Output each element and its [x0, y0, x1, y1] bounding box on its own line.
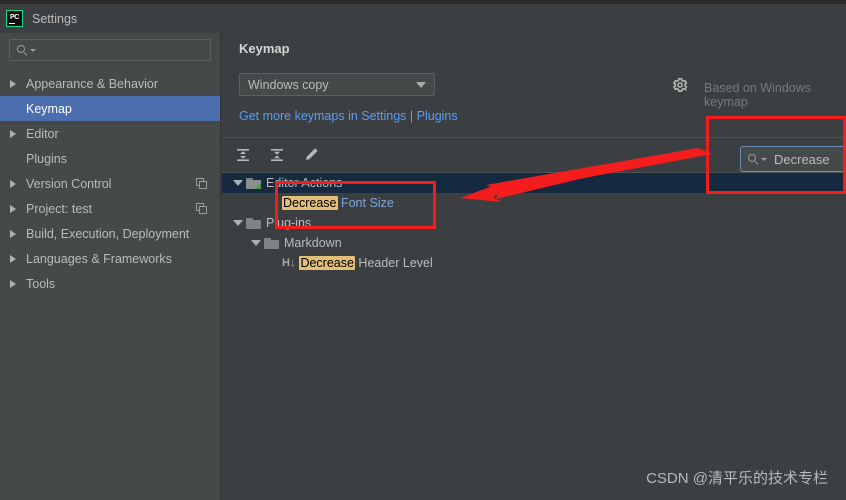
- folder-icon: [246, 217, 261, 229]
- sidebar-item-version-control[interactable]: Version Control: [0, 171, 220, 196]
- chevron-right-icon[interactable]: [10, 79, 24, 88]
- keymap-tree-row-label: Markdown: [284, 236, 342, 250]
- chevron-right-icon[interactable]: [10, 279, 24, 288]
- chevron-right-icon[interactable]: [10, 179, 24, 188]
- chevron-right-icon[interactable]: [10, 204, 24, 213]
- folder-icon: [264, 237, 279, 249]
- window-titlebar: PC Settings: [0, 4, 846, 33]
- settings-window: PC Settings Appearance & Behavior Keymap E…: [0, 0, 846, 500]
- settings-sidebar: Appearance & Behavior Keymap Editor Plugins…: [0, 33, 221, 500]
- keymap-tree-row-text: Header Level: [354, 256, 433, 270]
- edit-shortcut-icon[interactable]: [299, 143, 323, 167]
- get-more-keymaps-link[interactable]: Get more keymaps in Settings | Plugins: [239, 109, 458, 123]
- chevron-down-icon: [761, 157, 767, 161]
- sidebar-item-languages-frameworks[interactable]: Languages & Frameworks: [0, 246, 220, 271]
- keymap-tree-row-text: Plug-ins: [266, 216, 312, 230]
- keymap-tree-row[interactable]: Plug-ins: [222, 213, 846, 233]
- keymap-search-input[interactable]: Decrease: [740, 146, 846, 172]
- sidebar-item-label: Project: test: [26, 201, 92, 216]
- chevron-down-icon: [416, 81, 426, 88]
- keymap-panel: Keymap Windows copy Based on Windows key…: [222, 33, 846, 500]
- sidebar-item-tools[interactable]: Tools: [0, 271, 220, 296]
- pycharm-icon: PC: [6, 10, 23, 27]
- chevron-down-icon[interactable]: [230, 220, 246, 226]
- sidebar-item-label: Build, Execution, Deployment: [26, 226, 190, 241]
- gear-icon[interactable]: [672, 77, 688, 93]
- keymap-tree-row[interactable]: Decrease Font Size: [222, 193, 846, 213]
- sidebar-item-label: Keymap: [26, 101, 72, 116]
- sidebar-item-label: Tools: [26, 276, 56, 291]
- keymap-tree-row-label: Decrease Header Level: [299, 256, 433, 270]
- sidebar-item-label: Plugins: [26, 151, 67, 166]
- sidebar-item-plugins[interactable]: Plugins: [0, 146, 220, 171]
- expand-all-icon[interactable]: [231, 143, 255, 167]
- search-match-highlight: Decrease: [282, 196, 338, 210]
- keymap-select-value: Windows copy: [248, 77, 329, 92]
- chevron-down-icon[interactable]: [248, 240, 264, 246]
- window-title: Settings: [32, 11, 78, 26]
- duplicate-icon: [196, 202, 208, 215]
- keymap-tree-row[interactable]: Editor Actions: [222, 173, 846, 193]
- sidebar-item-build-execution-deployment[interactable]: Build, Execution, Deployment: [0, 221, 220, 246]
- sidebar-search-input[interactable]: [9, 39, 211, 61]
- keymap-search-value: Decrease: [774, 151, 830, 167]
- duplicate-icon: [196, 177, 208, 190]
- chevron-right-icon[interactable]: [10, 129, 24, 138]
- sidebar-item-label: Version Control: [26, 176, 112, 191]
- collapse-all-icon[interactable]: [265, 143, 289, 167]
- csdn-watermark: CSDN @清平乐的技术专栏: [646, 470, 828, 487]
- keymap-tree-row-text: Markdown: [284, 236, 342, 250]
- sidebar-item-project-test[interactable]: Project: test: [0, 196, 220, 221]
- keymap-tree-row[interactable]: Markdown: [222, 233, 846, 253]
- sidebar-item-editor[interactable]: Editor: [0, 121, 220, 146]
- keymap-tree-row-text: Editor Actions: [266, 176, 343, 190]
- sidebar-item-list: Appearance & Behavior Keymap Editor Plugins…: [0, 71, 220, 296]
- search-match-highlight: Decrease: [299, 256, 355, 270]
- sidebar-item-label: Languages & Frameworks: [26, 251, 172, 266]
- sidebar-item-label: Editor: [26, 126, 59, 141]
- keymap-action-tree: Editor Actions Decrease Font Size Plug-ins…: [222, 173, 846, 273]
- search-icon: [17, 44, 28, 56]
- keymap-toolbar: [231, 143, 323, 167]
- sidebar-item-appearance-behavior[interactable]: Appearance & Behavior: [0, 71, 220, 96]
- keymap-tree-row-text: Font Size: [337, 196, 394, 210]
- chevron-right-icon[interactable]: [10, 254, 24, 263]
- keymap-select[interactable]: Windows copy: [239, 73, 435, 96]
- header-level-icon: H↓: [282, 257, 296, 269]
- keymap-tree-row-label: Plug-ins: [266, 216, 311, 230]
- chevron-down-icon[interactable]: [230, 180, 246, 186]
- chevron-down-icon: [30, 48, 36, 52]
- keymap-tree-row-label: Decrease Font Size: [282, 196, 394, 210]
- sidebar-item-label: Appearance & Behavior: [26, 76, 159, 91]
- search-icon: [748, 153, 759, 165]
- keymap-tree-row[interactable]: H↓ Decrease Header Level: [222, 253, 846, 273]
- page-title: Keymap: [239, 41, 290, 56]
- keymap-tree-row-label: Editor Actions: [266, 176, 342, 190]
- sidebar-item-keymap[interactable]: Keymap: [0, 96, 220, 121]
- based-on-label: Based on Windows keymap: [704, 81, 812, 109]
- editor-actions-icon: [246, 177, 261, 189]
- section-divider: [222, 137, 846, 138]
- chevron-right-icon[interactable]: [10, 229, 24, 238]
